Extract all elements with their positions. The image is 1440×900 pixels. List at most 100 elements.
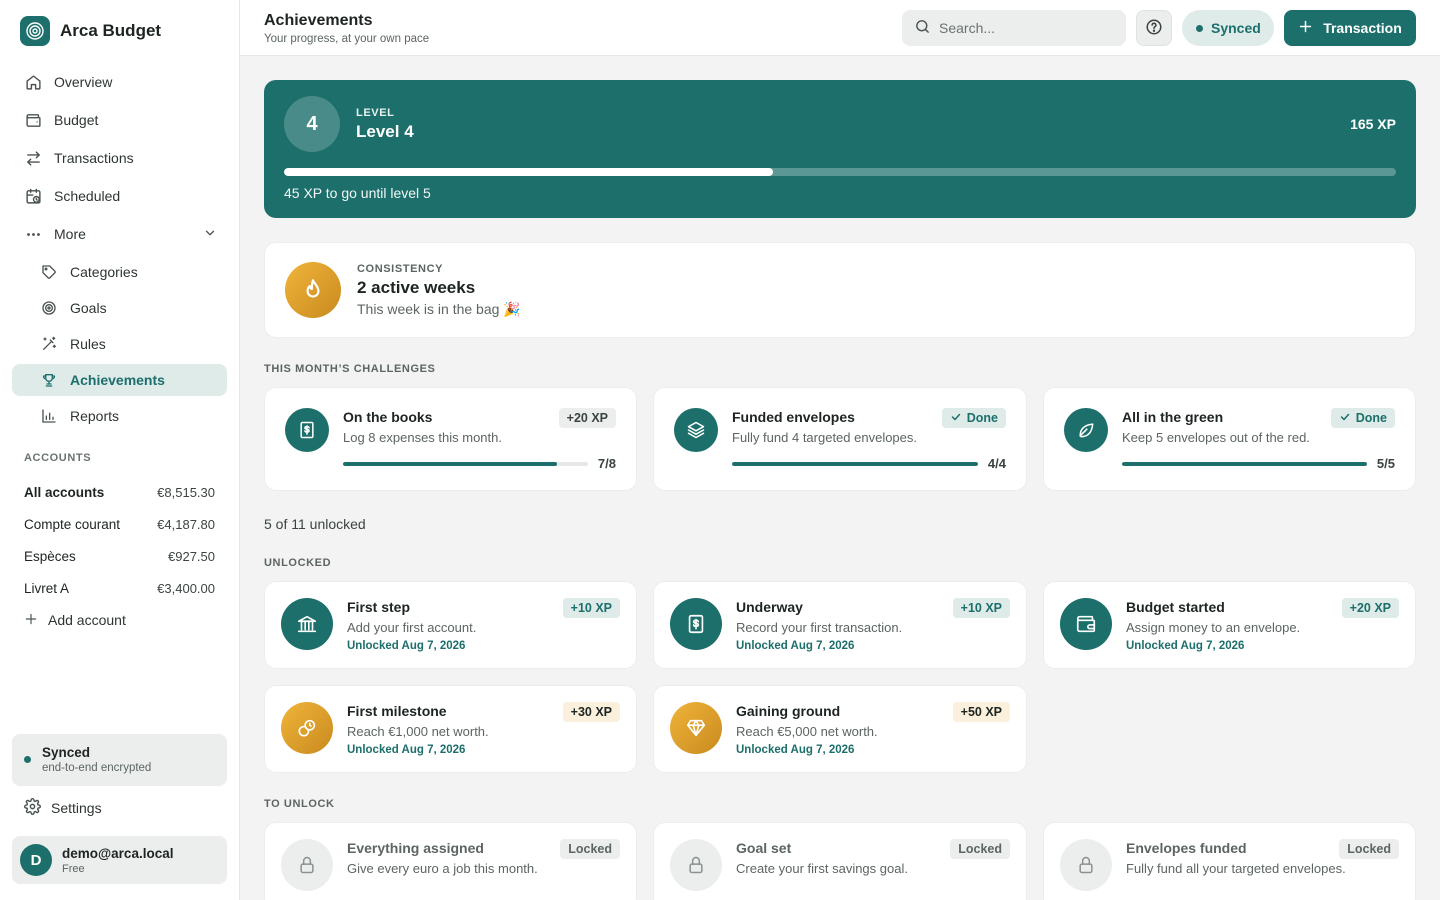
challenge-count: 5/5: [1376, 456, 1395, 471]
nav-label: Scheduled: [54, 188, 121, 204]
challenge-description: Log 8 expenses this month.: [343, 430, 502, 445]
locked-achievement-card[interactable]: Envelopes funded Fully fund all your tar…: [1043, 822, 1416, 900]
account-row-all[interactable]: All accounts €8,515.30: [24, 476, 215, 508]
nav-item-budget[interactable]: Budget: [12, 104, 227, 136]
accounts-list: All accounts €8,515.30 Compte courant €4…: [24, 476, 215, 636]
locked-grid: Everything assigned Give every euro a jo…: [264, 822, 1416, 900]
nav-item-categories[interactable]: Categories: [12, 256, 227, 288]
lock-icon: [1060, 839, 1112, 891]
help-circle-icon: [1145, 18, 1163, 39]
calendar-clock-icon: [24, 187, 42, 205]
account-amount: €4,187.80: [157, 516, 215, 532]
challenge-card[interactable]: On the books Log 8 expenses this month. …: [264, 387, 637, 491]
search-icon: [914, 18, 931, 38]
unlocked-grid: First step Add your first account. Unloc…: [264, 581, 1416, 773]
nav-item-reports[interactable]: Reports: [12, 400, 227, 432]
locked-achievement-card[interactable]: Everything assigned Give every euro a jo…: [264, 822, 637, 900]
leaf-icon: [1064, 408, 1108, 452]
challenge-progress-bar: [1122, 462, 1367, 466]
achievement-description: Record your first transaction.: [736, 620, 903, 635]
add-transaction-button[interactable]: Transaction: [1284, 10, 1416, 46]
challenge-progress-fill: [343, 462, 558, 466]
add-transaction-label: Transaction: [1323, 20, 1402, 36]
arrows-exchange-icon: [24, 149, 42, 167]
nav-label: Transactions: [54, 150, 134, 166]
achievement-date: Unlocked Aug 7, 2026: [736, 640, 855, 652]
challenges-heading: THIS MONTH’S CHALLENGES: [264, 363, 436, 375]
achievements-content: 4 LEVEL Level 4 165 XP 45 XP to go until…: [264, 80, 1416, 900]
nav-item-overview[interactable]: Overview: [12, 66, 227, 98]
badge-label: +20 XP: [566, 411, 608, 425]
nav-item-achievements[interactable]: Achievements: [12, 364, 227, 396]
settings-link[interactable]: Settings: [24, 798, 102, 818]
challenge-progress-bar: [732, 462, 978, 466]
achievement-card[interactable]: Gaining ground Reach €5,000 net worth. U…: [653, 685, 1027, 773]
coins-icon: [281, 702, 333, 754]
search-box[interactable]: [902, 10, 1126, 46]
locked-achievement-card[interactable]: Goal set Create your first savings goal.…: [653, 822, 1027, 900]
xp-badge: +20 XP: [558, 408, 616, 428]
search-input[interactable]: [939, 20, 1109, 36]
challenge-title: On the books: [343, 409, 433, 425]
achievement-card[interactable]: First step Add your first account. Unloc…: [264, 581, 637, 669]
level-name: Level 4: [356, 122, 414, 141]
status-dot-icon: [1196, 24, 1203, 32]
nav-item-more[interactable]: More: [12, 218, 227, 250]
achievement-card[interactable]: Budget started Assign money to an envelo…: [1043, 581, 1416, 669]
challenge-count: 4/4: [987, 456, 1006, 471]
nav-item-transactions[interactable]: Transactions: [12, 142, 227, 174]
achievement-title: Underway: [736, 599, 803, 615]
challenges-grid: On the books Log 8 expenses this month. …: [264, 387, 1416, 491]
challenge-card[interactable]: Funded envelopes Fully fund 4 targeted e…: [653, 387, 1027, 491]
more-dots-icon: [24, 225, 42, 243]
achievement-title: First milestone: [347, 703, 447, 719]
user-menu[interactable]: D demo@arca.local Free: [12, 836, 227, 884]
lock-icon: [670, 839, 722, 891]
nav-label: Budget: [54, 112, 99, 128]
locked-badge: Locked: [950, 839, 1010, 859]
account-row[interactable]: Livret A €3,400.00: [24, 572, 215, 604]
app-name: Arca Budget: [60, 21, 162, 40]
challenge-progress-fill: [732, 462, 978, 466]
account-name: Espèces: [24, 548, 76, 564]
achievement-description: Reach €5,000 net worth.: [736, 724, 878, 739]
trophy-icon: [40, 371, 58, 389]
wallet-icon: [1060, 598, 1112, 650]
nav-item-scheduled[interactable]: Scheduled: [12, 180, 227, 212]
nav-label: Overview: [54, 74, 113, 90]
account-amount: €927.50: [168, 548, 215, 564]
achievement-description: Give every euro a job this month.: [347, 861, 538, 876]
account-amount: €8,515.30: [157, 484, 215, 500]
page-title: Achievements: [264, 12, 373, 29]
nav-label: Rules: [70, 336, 106, 352]
nav-item-goals[interactable]: Goals: [12, 292, 227, 324]
achievement-card[interactable]: First milestone Reach €1,000 net worth. …: [264, 685, 637, 773]
synced-status-pill[interactable]: Synced: [1182, 10, 1274, 46]
add-account-button[interactable]: Add account: [24, 604, 215, 636]
done-badge: Done: [1330, 408, 1395, 428]
achievement-title: Gaining ground: [736, 703, 841, 719]
achievement-date: Unlocked Aug 7, 2026: [347, 640, 466, 652]
brand[interactable]: Arca Budget: [20, 16, 161, 46]
account-row[interactable]: Compte courant €4,187.80: [24, 508, 215, 540]
sync-dot-icon: [24, 756, 31, 763]
level-xp-to-go: 45 XP to go until level 5: [284, 185, 431, 201]
challenge-description: Fully fund 4 targeted envelopes.: [732, 430, 918, 445]
settings-label: Settings: [51, 800, 102, 816]
xp-badge: +20 XP: [1341, 598, 1399, 618]
account-row[interactable]: Espèces €927.50: [24, 540, 215, 572]
challenge-card[interactable]: All in the green Keep 5 envelopes out of…: [1043, 387, 1416, 491]
gear-icon: [24, 798, 41, 818]
page-subtitle: Your progress, at your own pace: [264, 33, 430, 45]
bank-icon: [281, 598, 333, 650]
challenge-progress-bar: [343, 462, 588, 466]
achievement-card[interactable]: Underway Record your first transaction. …: [653, 581, 1027, 669]
help-button[interactable]: [1136, 10, 1172, 46]
tag-icon: [40, 263, 58, 281]
nav-label: More: [54, 226, 86, 242]
consistency-subtitle: This week is in the bag 🎉: [357, 301, 521, 317]
challenge-progress-fill: [1122, 462, 1367, 466]
consistency-title: 2 active weeks: [357, 278, 476, 297]
nav-item-rules[interactable]: Rules: [12, 328, 227, 360]
unlocked-summary: 5 of 11 unlocked: [264, 516, 366, 532]
